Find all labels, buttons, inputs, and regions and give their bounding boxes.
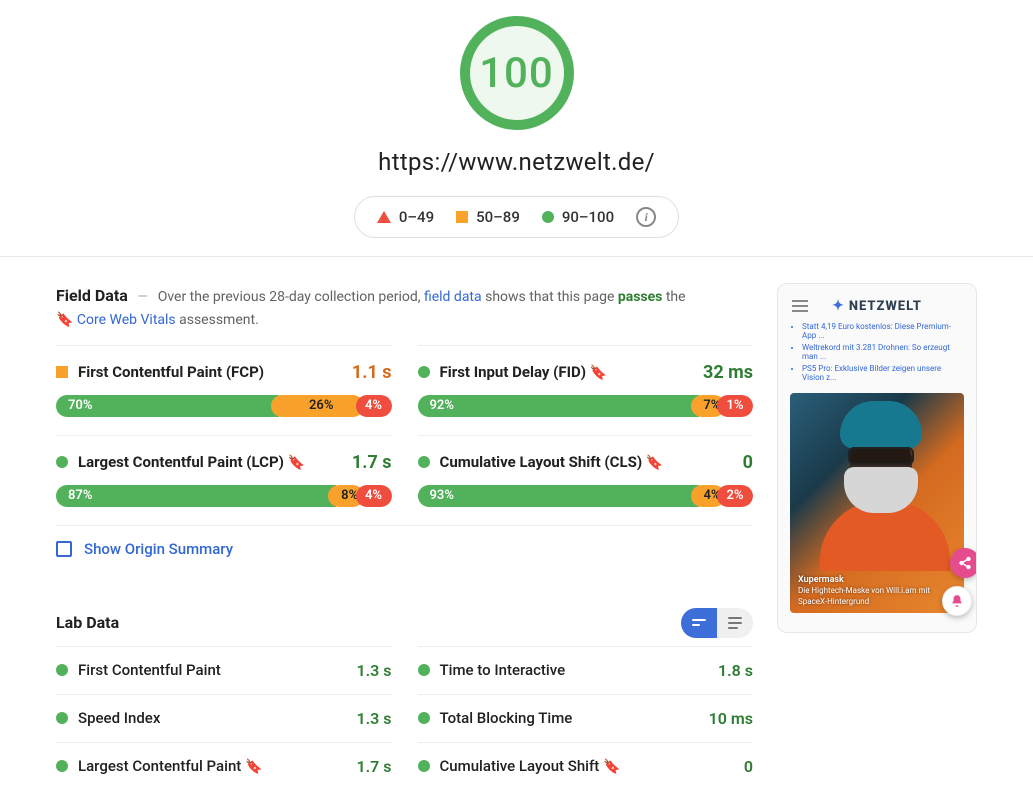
lab-metric-value: 1.7 s xyxy=(356,757,391,776)
metric-status-icon xyxy=(418,664,430,676)
expanded-view-icon xyxy=(728,617,742,629)
lab-view-toggle xyxy=(681,608,753,638)
preview-link-item: Weltrekord mit 3.281 Drohnen: So erzeugt… xyxy=(802,343,964,361)
lab-metric-value: 1.3 s xyxy=(356,709,391,728)
preview-hero-image: Xupermask Die Hightech-Maske von Will.i.… xyxy=(790,393,964,613)
distribution-bar: 92% 7% 1% xyxy=(418,395,754,417)
metric-status-icon xyxy=(56,664,68,676)
field-data-intro: Field Data — Over the previous 28-day co… xyxy=(56,283,753,331)
metric-status-icon xyxy=(56,760,68,772)
metric-status-icon xyxy=(56,712,68,724)
field-data-link[interactable]: field data xyxy=(424,289,482,305)
field-data-heading: Field Data xyxy=(56,286,128,305)
preview-link-item: Statt 4,19 Euro kostenlos: Diese Premium… xyxy=(802,322,964,340)
lab-metric-name: Speed Index xyxy=(78,709,160,727)
preview-link-item: PS5 Pro: Exklusive Bilder zeigen unsere … xyxy=(802,364,964,382)
lab-metrics-grid: First Contentful Paint 1.3 s Time to Int… xyxy=(56,646,753,790)
overall-score: 100 xyxy=(479,49,554,98)
field-metric[interactable]: First Contentful Paint (FCP) 1.1 s 70% 2… xyxy=(56,345,392,435)
field-metric[interactable]: First Input Delay (FID) 🔖 32 ms 92% 7% 1… xyxy=(418,345,754,435)
lab-metric-value: 1.3 s xyxy=(356,661,391,680)
lab-metric[interactable]: Time to Interactive 1.8 s xyxy=(418,646,754,694)
show-origin-summary[interactable]: Show Origin Summary xyxy=(56,525,753,586)
field-metric[interactable]: Cumulative Layout Shift (CLS) 🔖 0 93% 4%… xyxy=(418,435,754,525)
metric-name: Cumulative Layout Shift (CLS) 🔖 xyxy=(440,453,664,471)
score-header: 100 https://www.netzwelt.de/ 0–49 50–89 … xyxy=(0,0,1033,257)
lab-metric[interactable]: Total Blocking Time 10 ms xyxy=(418,694,754,742)
bookmark-icon: 🔖 xyxy=(603,759,620,775)
lab-metric-value: 10 ms xyxy=(709,709,753,728)
metric-name: First Input Delay (FID) 🔖 xyxy=(440,363,608,381)
circle-icon xyxy=(542,211,554,223)
lab-metric-value: 1.8 s xyxy=(718,661,753,680)
share-fab-icon xyxy=(950,548,977,578)
lab-metric-value: 0 xyxy=(744,757,753,776)
metric-value: 0 xyxy=(743,452,753,473)
bookmark-icon: 🔖 xyxy=(288,455,305,471)
metric-status-icon xyxy=(56,456,68,468)
metric-name: First Contentful Paint (FCP) xyxy=(78,363,264,381)
lab-metric-name: Cumulative Layout Shift 🔖 xyxy=(440,757,621,775)
metric-status-icon xyxy=(418,366,430,378)
brand-logo-icon: ✦ xyxy=(832,298,845,314)
bookmark-icon: 🔖 xyxy=(646,455,663,471)
legend-mid: 50–89 xyxy=(456,208,520,226)
distribution-bar: 70% 26% 4% xyxy=(56,395,392,417)
passes-label: passes xyxy=(618,289,663,305)
core-web-vitals-link[interactable]: Core Web Vitals xyxy=(77,312,176,328)
bookmark-icon: 🔖 xyxy=(56,309,73,331)
metric-status-icon xyxy=(56,366,68,378)
bookmark-icon: 🔖 xyxy=(590,365,607,381)
distribution-bar: 87% 8% 4% xyxy=(56,485,392,507)
bookmark-icon: 🔖 xyxy=(245,759,262,775)
field-metric[interactable]: Largest Contentful Paint (LCP) 🔖 1.7 s 8… xyxy=(56,435,392,525)
triangle-icon xyxy=(377,211,391,223)
page-screenshot-preview: ✦ NETZWELT Statt 4,19 Euro kostenlos: Di… xyxy=(777,283,977,633)
lab-metric-name: Largest Contentful Paint 🔖 xyxy=(78,757,262,775)
lab-metric-name: Total Blocking Time xyxy=(440,709,573,727)
lab-metric[interactable]: Speed Index 1.3 s xyxy=(56,694,392,742)
preview-brand: ✦ NETZWELT xyxy=(832,298,922,314)
lab-data-heading: Lab Data xyxy=(56,613,119,632)
metric-value: 1.7 s xyxy=(352,452,392,473)
score-gauge: 100 xyxy=(460,16,574,130)
score-legend: 0–49 50–89 90–100 i xyxy=(354,196,679,238)
legend-good: 90–100 xyxy=(542,208,614,226)
hamburger-icon xyxy=(792,300,808,312)
square-icon xyxy=(456,211,468,223)
audited-url: https://www.netzwelt.de/ xyxy=(0,148,1033,176)
metric-name: Largest Contentful Paint (LCP) 🔖 xyxy=(78,453,305,471)
lab-metric[interactable]: Cumulative Layout Shift 🔖 0 xyxy=(418,742,754,790)
lab-metric[interactable]: Largest Contentful Paint 🔖 1.7 s xyxy=(56,742,392,790)
metric-value: 1.1 s xyxy=(352,362,392,383)
preview-link-list: Statt 4,19 Euro kostenlos: Diese Premium… xyxy=(786,322,968,391)
lab-metric-name: Time to Interactive xyxy=(440,661,566,679)
compact-view-icon xyxy=(692,619,706,626)
metric-status-icon xyxy=(418,456,430,468)
legend-poor: 0–49 xyxy=(377,208,434,226)
metric-status-icon xyxy=(418,760,430,772)
field-metrics-grid: First Contentful Paint (FCP) 1.1 s 70% 2… xyxy=(56,345,753,525)
notification-fab-icon xyxy=(942,586,972,616)
distribution-bar: 93% 4% 2% xyxy=(418,485,754,507)
lab-metric-name: First Contentful Paint xyxy=(78,661,221,679)
checkbox-icon[interactable] xyxy=(56,541,72,557)
lab-metric[interactable]: First Contentful Paint 1.3 s xyxy=(56,646,392,694)
toggle-compact-button[interactable] xyxy=(681,608,717,638)
toggle-expanded-button[interactable] xyxy=(717,608,753,638)
metric-status-icon xyxy=(418,712,430,724)
info-icon[interactable]: i xyxy=(636,207,656,227)
metric-value: 32 ms xyxy=(703,362,753,383)
